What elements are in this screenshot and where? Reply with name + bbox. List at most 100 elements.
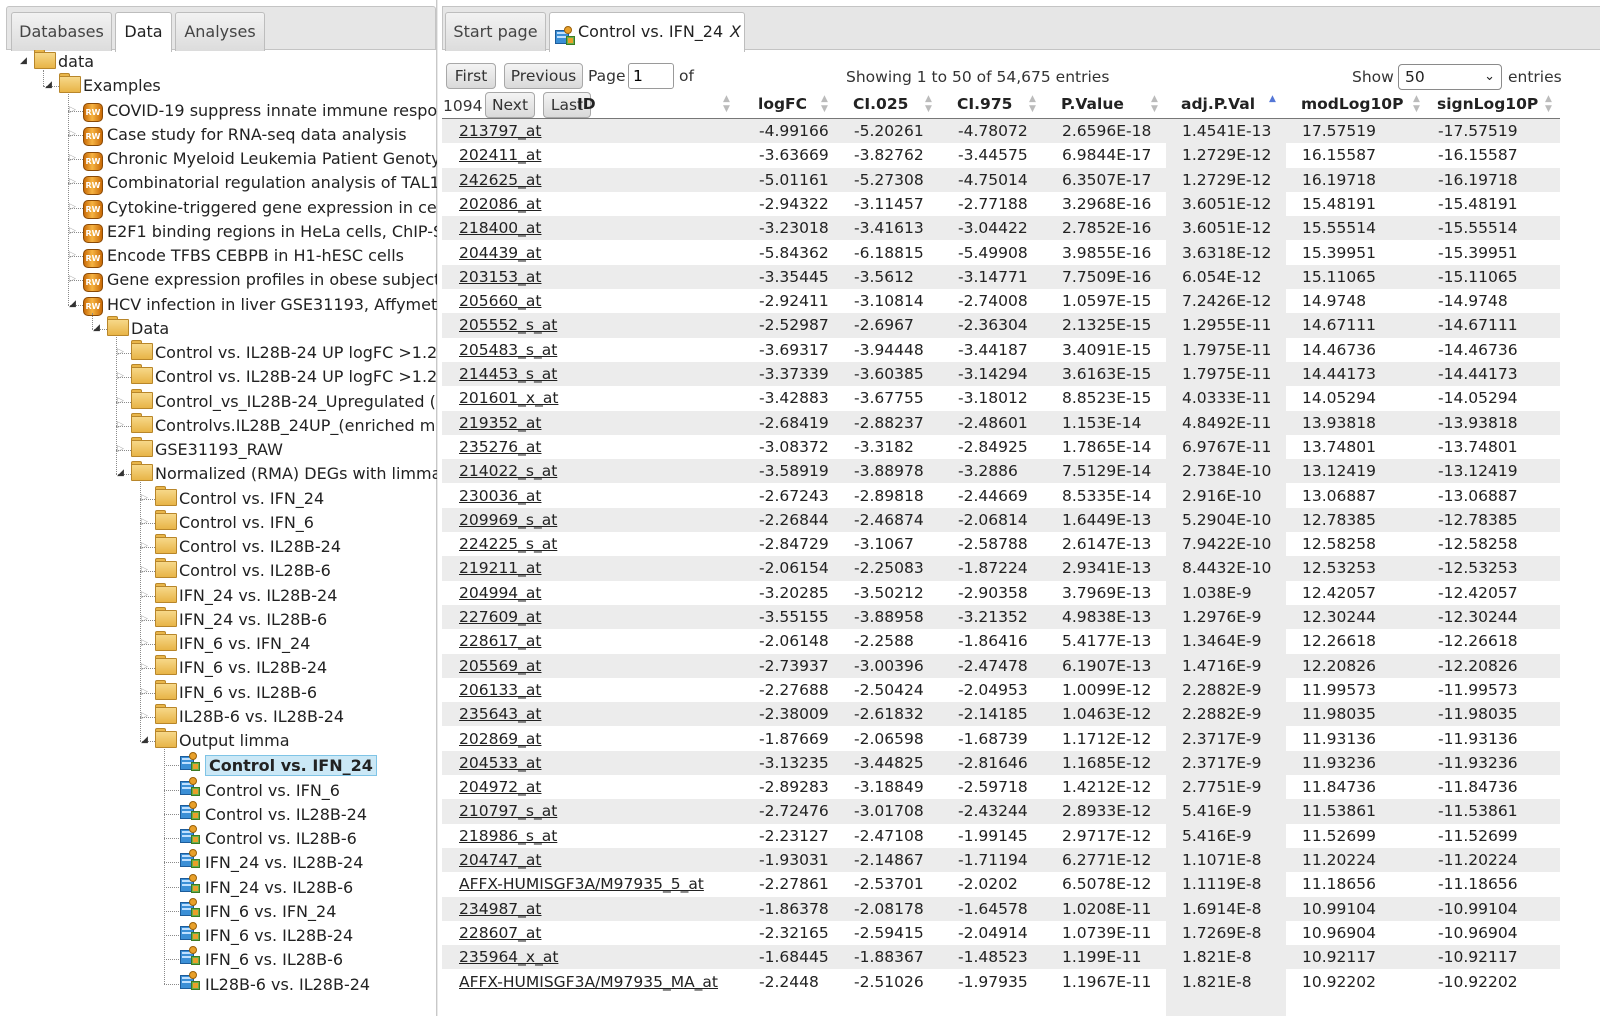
- probe-id-cell[interactable]: 228607_at: [459, 921, 542, 945]
- table-row[interactable]: 228617_at -2.06148 -2.2588 -1.86416 5.4177E-…: [442, 629, 1560, 653]
- sort-icon[interactable]: ▲▼: [1269, 94, 1276, 114]
- tree-item[interactable]: Examples: [59, 73, 161, 98]
- table-row[interactable]: AFFX-HUMISGF3A/M97935_MA_at -2.2448 -2.510…: [442, 970, 1560, 994]
- probe-id-cell[interactable]: 204533_at: [459, 751, 542, 775]
- expand-toggle-icon[interactable]: ▷: [69, 202, 76, 212]
- probe-id-link[interactable]: 214022_s_at: [459, 462, 557, 480]
- table-row[interactable]: 228607_at -2.32165 -2.59415 -2.04914 1.0739E…: [442, 921, 1560, 945]
- table-row[interactable]: 205552_s_at -2.52987 -2.6967 -2.36304 2.1325…: [442, 313, 1560, 338]
- probe-id-cell[interactable]: 235643_at: [459, 702, 542, 726]
- tree-item[interactable]: Control vs. IFN_6: [179, 776, 340, 802]
- table-row[interactable]: 230036_at -2.67243 -2.89818 -2.44669 8.5335E…: [442, 484, 1560, 508]
- probe-id-link[interactable]: 204994_at: [459, 584, 542, 602]
- tree-item[interactable]: RW Chronic Myeloid Leukemia Patient Genot…: [83, 147, 437, 171]
- expand-toggle-icon[interactable]: ▷: [141, 565, 148, 575]
- table-row[interactable]: 214453_s_at -3.37339 -3.60385 -3.14294 3.616…: [442, 362, 1560, 387]
- probe-id-cell[interactable]: 202411_at: [459, 143, 542, 167]
- page-input[interactable]: [628, 63, 674, 89]
- table-row[interactable]: 235643_at -2.38009 -2.61832 -2.14185 1.0463E…: [442, 702, 1560, 727]
- entries-per-page-select[interactable]: 50 ⌄: [1398, 64, 1502, 90]
- expand-toggle-icon[interactable]: ▷: [117, 420, 124, 430]
- probe-id-link[interactable]: 203153_at: [459, 268, 542, 286]
- table-row[interactable]: 214022_s_at -3.58919 -3.88978 -3.2886 7.5129…: [442, 459, 1560, 484]
- column-header[interactable]: ID: [577, 91, 596, 118]
- tree-item[interactable]: IL28B-6 vs. IL28B-24: [179, 970, 370, 996]
- sort-icon[interactable]: ▲▼: [925, 94, 932, 114]
- tree-item[interactable]: Control vs. IFN_24: [155, 485, 324, 511]
- sort-icon[interactable]: ▲▼: [723, 94, 730, 114]
- sort-icon[interactable]: ▲▼: [1151, 94, 1158, 114]
- probe-id-cell[interactable]: 202086_at: [459, 192, 542, 216]
- column-header[interactable]: P.Value: [1061, 91, 1124, 118]
- collapse-toggle-icon[interactable]: ◢: [141, 735, 148, 745]
- probe-id-cell[interactable]: AFFX-HUMISGF3A/M97935_5_at: [459, 872, 704, 896]
- probe-id-cell[interactable]: 209969_s_at: [459, 508, 557, 532]
- table-row[interactable]: AFFX-HUMISGF3A/M97935_5_at -2.27861 -2.537…: [442, 872, 1560, 896]
- table-row[interactable]: 234987_at -1.86378 -2.08178 -1.64578 1.0208E…: [442, 896, 1560, 921]
- probe-id-cell[interactable]: 218400_at: [459, 216, 542, 240]
- table-row[interactable]: 224225_s_at -2.84729 -3.1067 -2.58788 2.6147…: [442, 532, 1560, 556]
- expand-toggle-icon[interactable]: ▷: [69, 226, 76, 236]
- probe-id-cell[interactable]: 213797_at: [459, 119, 542, 143]
- tree-item[interactable]: Controlvs.IL28B_24UP_(enriched m: [131, 412, 435, 438]
- probe-id-cell[interactable]: 224225_s_at: [459, 532, 557, 556]
- tree-item[interactable]: IFN_6 vs. IFN_24: [155, 631, 310, 656]
- probe-id-cell[interactable]: 210797_s_at: [459, 799, 557, 823]
- tree-item[interactable]: Control_vs_IL28B-24_Upregulated (: [131, 388, 436, 414]
- probe-id-link[interactable]: 219211_at: [459, 559, 542, 577]
- tree-item[interactable]: IFN_6 vs. IL28B-24: [179, 922, 353, 947]
- table-row[interactable]: 201601_x_at -3.42883 -3.67755 -3.18012 8.852…: [442, 386, 1560, 410]
- probe-id-cell[interactable]: 235964_x_at: [459, 945, 558, 969]
- table-row[interactable]: 206133_at -2.27688 -2.50424 -2.04953 1.0099E…: [442, 678, 1560, 702]
- tree-item[interactable]: GSE31193_RAW: [131, 437, 283, 462]
- probe-id-cell[interactable]: 214453_s_at: [459, 362, 557, 386]
- expand-toggle-icon[interactable]: ▷: [141, 662, 148, 672]
- probe-id-cell[interactable]: 205569_at: [459, 654, 542, 678]
- expand-toggle-icon[interactable]: ▷: [141, 638, 148, 648]
- tree-item[interactable]: RW Gene expression profiles in obese subj…: [83, 268, 437, 292]
- probe-id-link[interactable]: 218986_s_at: [459, 827, 557, 845]
- column-header[interactable]: signLog10P: [1437, 91, 1538, 118]
- probe-id-cell[interactable]: 230036_at: [459, 484, 542, 508]
- probe-id-cell[interactable]: 214022_s_at: [459, 459, 557, 483]
- tree-item[interactable]: RW HCV infection in liver GSE31193, Affym…: [83, 293, 437, 317]
- previous-button[interactable]: Previous: [504, 63, 583, 89]
- tree-item[interactable]: Control vs. IFN_24: [179, 752, 377, 777]
- probe-id-link[interactable]: 202869_at: [459, 730, 542, 748]
- sort-icon[interactable]: ▲▼: [1029, 94, 1036, 114]
- probe-id-cell[interactable]: 204747_at: [459, 848, 542, 872]
- expand-toggle-icon[interactable]: ▷: [69, 153, 76, 163]
- probe-id-link[interactable]: 201601_x_at: [459, 389, 558, 407]
- column-header[interactable]: CI.025: [853, 91, 908, 118]
- tab-databases[interactable]: Databases: [11, 12, 112, 51]
- table-row[interactable]: 202086_at -2.94322 -3.11457 -2.77188 3.2968E…: [442, 192, 1560, 216]
- tree-item[interactable]: Normalized (RMA) DEGs with limma: [131, 461, 437, 486]
- table-row[interactable]: 204972_at -2.89283 -3.18849 -2.59718 1.4212E…: [442, 775, 1560, 799]
- expand-toggle-icon[interactable]: ▷: [69, 105, 76, 115]
- table-row[interactable]: 205483_s_at -3.69317 -3.94448 -3.44187 3.409…: [442, 338, 1560, 362]
- tree-item[interactable]: IFN_24 vs. IL28B-24: [179, 849, 363, 874]
- column-header[interactable]: CI.975: [957, 91, 1012, 118]
- probe-id-link[interactable]: 204747_at: [459, 851, 542, 869]
- column-header[interactable]: modLog10P: [1301, 91, 1403, 118]
- probe-id-link[interactable]: AFFX-HUMISGF3A/M97935_MA_at: [459, 973, 718, 991]
- expand-toggle-icon[interactable]: ▷: [117, 444, 124, 454]
- sort-icon[interactable]: ▲▼: [821, 94, 828, 114]
- column-header[interactable]: adj.P.Val: [1181, 91, 1255, 118]
- tree-item[interactable]: RW E2F1 binding regions in HeLa cells, Ch…: [83, 220, 437, 244]
- table-row[interactable]: 218400_at -3.23018 -3.41613 -3.04422 2.7852E…: [442, 216, 1560, 241]
- table-row[interactable]: 219211_at -2.06154 -2.25083 -1.87224 2.9341E…: [442, 556, 1560, 581]
- table-row[interactable]: 218986_s_at -2.23127 -2.47108 -1.99145 2.971…: [442, 824, 1560, 848]
- probe-id-link[interactable]: 213797_at: [459, 122, 542, 140]
- probe-id-link[interactable]: 224225_s_at: [459, 535, 557, 553]
- table-row[interactable]: 205569_at -2.73937 -3.00396 -2.47478 6.1907E…: [442, 653, 1560, 678]
- tree-item[interactable]: Control vs. IFN_6: [155, 509, 314, 535]
- tree-item[interactable]: RW Case study for RNA-seq data analysis: [83, 123, 407, 147]
- table-row[interactable]: 202869_at -1.87669 -2.06598 -1.68739 1.1712E…: [442, 727, 1560, 751]
- tree-item[interactable]: Control vs. IL28B-24: [179, 800, 367, 826]
- tree-item[interactable]: IFN_24 vs. IL28B-6: [179, 873, 353, 899]
- table-row[interactable]: 203153_at -3.35445 -3.5612 -3.14771 7.7509E-…: [442, 264, 1560, 290]
- tree-item[interactable]: IFN_6 vs. IFN_24: [179, 897, 336, 923]
- table-row[interactable]: 210797_s_at -2.72476 -3.01708 -2.43244 2.893…: [442, 799, 1560, 824]
- table-row[interactable]: 204747_at -1.93031 -2.14867 -1.71194 6.2771E…: [442, 848, 1560, 873]
